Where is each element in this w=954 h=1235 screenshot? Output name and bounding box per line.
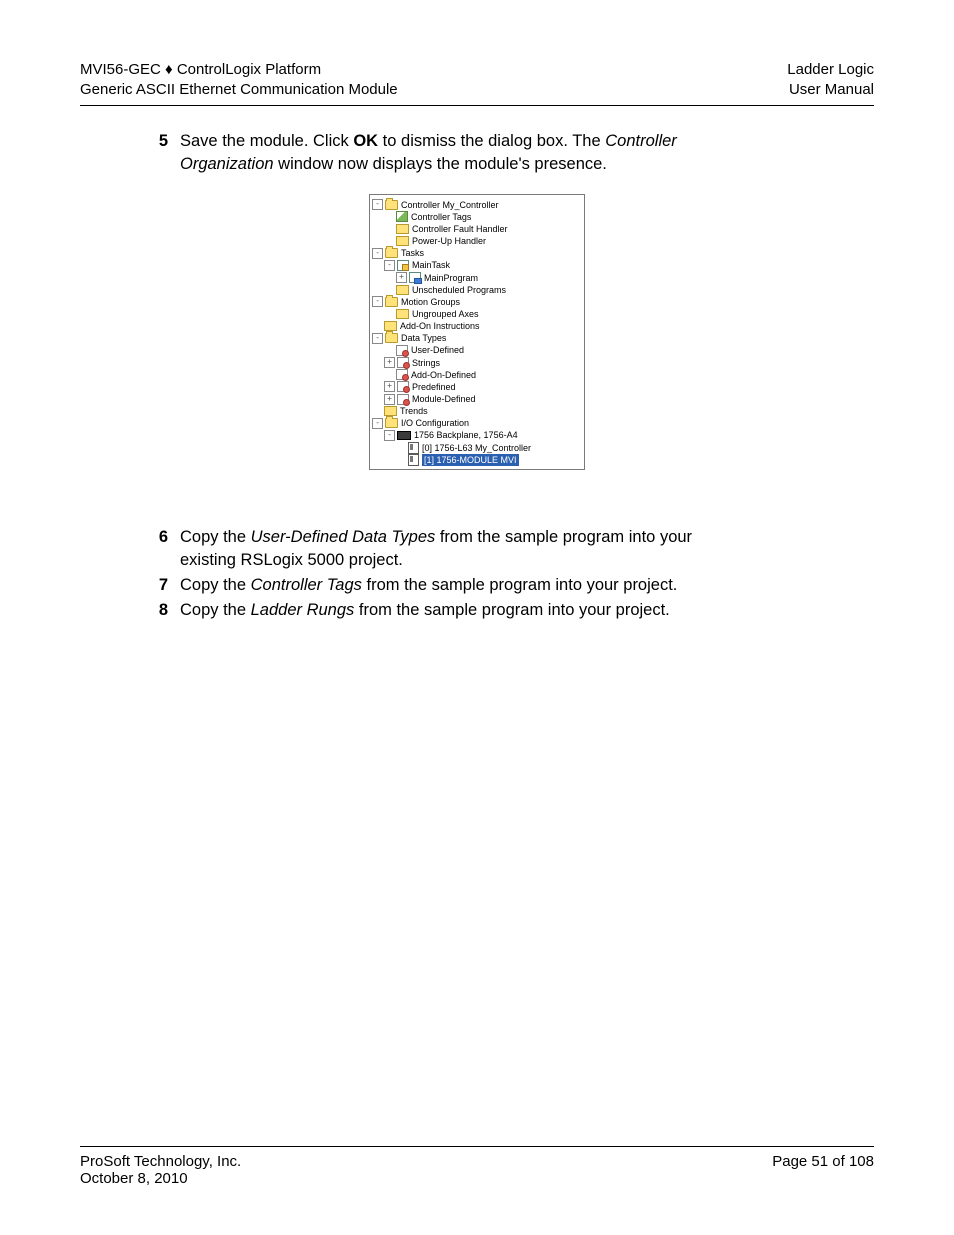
controller-organization-tree: -Controller My_Controller Controller Tag…	[369, 194, 585, 470]
collapse-icon[interactable]: -	[372, 199, 383, 210]
header-rule	[80, 105, 874, 106]
folder-icon	[384, 321, 397, 331]
tree-node-addon-defined[interactable]: Add-On-Defined	[372, 369, 582, 381]
step-number: 5	[140, 130, 168, 176]
collapse-icon[interactable]: -	[372, 248, 383, 259]
collapse-icon[interactable]: -	[372, 296, 383, 307]
expand-icon[interactable]: +	[384, 357, 395, 368]
tree-node-mainprogram[interactable]: +MainProgram	[372, 272, 582, 284]
step-5: 5 Save the module. Click OK to dismiss t…	[80, 130, 874, 176]
step-number: 8	[140, 599, 168, 622]
expand-icon[interactable]: +	[396, 272, 407, 283]
tree-node-motion-groups[interactable]: -Motion Groups	[372, 296, 582, 308]
tree-node-backplane[interactable]: -1756 Backplane, 1756-A4	[372, 429, 582, 441]
folder-icon	[396, 309, 409, 319]
tree-node-slot0[interactable]: [0] 1756-L63 My_Controller	[372, 442, 582, 454]
folder-open-icon	[385, 248, 398, 258]
datatype-icon	[396, 345, 408, 356]
footer-rule	[80, 1146, 874, 1147]
program-icon	[409, 272, 421, 283]
tree-node-powerup[interactable]: Power-Up Handler	[372, 235, 582, 247]
folder-open-icon	[385, 333, 398, 343]
tree-node-trends[interactable]: Trends	[372, 405, 582, 417]
chassis-icon	[397, 431, 411, 440]
folder-open-icon	[385, 200, 398, 210]
tree-node-controller[interactable]: -Controller My_Controller	[372, 199, 582, 211]
expand-icon[interactable]: +	[384, 394, 395, 405]
folder-open-icon	[385, 418, 398, 428]
header-left-line2: Generic ASCII Ethernet Communication Mod…	[80, 80, 398, 100]
expand-icon[interactable]: +	[384, 381, 395, 392]
folder-icon	[396, 285, 409, 295]
footer-date: October 8, 2010	[80, 1170, 241, 1187]
footer-company: ProSoft Technology, Inc.	[80, 1153, 241, 1170]
tree-node-tasks[interactable]: -Tasks	[372, 247, 582, 259]
tree-node-io-config[interactable]: -I/O Configuration	[372, 417, 582, 429]
tree-node-controller-tags[interactable]: Controller Tags	[372, 211, 582, 223]
datatype-icon	[397, 357, 409, 368]
ok-bold: OK	[353, 132, 378, 150]
module-slot-icon	[408, 442, 419, 454]
collapse-icon[interactable]: -	[372, 333, 383, 344]
step-text: Save the module. Click OK to dismiss the…	[180, 130, 740, 176]
step-8: 8 Copy the Ladder Rungs from the sample …	[80, 599, 874, 622]
tree-node-fault-handler[interactable]: Controller Fault Handler	[372, 223, 582, 235]
datatype-icon	[397, 394, 409, 405]
footer-page: Page 51 of 108	[772, 1153, 874, 1187]
page-header: MVI56-GEC ♦ ControlLogix Platform Generi…	[80, 60, 874, 101]
step-text: Copy the Ladder Rungs from the sample pr…	[180, 599, 740, 622]
folder-icon	[384, 406, 397, 416]
datatype-icon	[397, 381, 409, 392]
header-left-line1: MVI56-GEC ♦ ControlLogix Platform	[80, 60, 398, 80]
folder-icon	[396, 224, 409, 234]
folder-open-icon	[385, 297, 398, 307]
tags-icon	[396, 211, 408, 222]
collapse-icon[interactable]: -	[384, 430, 395, 441]
tree-node-addon-instructions[interactable]: Add-On Instructions	[372, 320, 582, 332]
tree-node-data-types[interactable]: -Data Types	[372, 332, 582, 344]
step-text: Copy the User-Defined Data Types from th…	[180, 526, 740, 572]
module-slot-icon	[408, 454, 419, 466]
page-footer: ProSoft Technology, Inc. October 8, 2010…	[80, 1146, 874, 1187]
tree-node-strings[interactable]: +Strings	[372, 357, 582, 369]
folder-icon	[396, 236, 409, 246]
tree-node-module-defined[interactable]: +Module-Defined	[372, 393, 582, 405]
tree-node-ungrouped-axes[interactable]: Ungrouped Axes	[372, 308, 582, 320]
tree-node-maintask[interactable]: -MainTask	[372, 259, 582, 271]
step-number: 6	[140, 526, 168, 572]
collapse-icon[interactable]: -	[384, 260, 395, 271]
step-text: Copy the Controller Tags from the sample…	[180, 574, 740, 597]
task-icon	[397, 260, 409, 271]
step-number: 7	[140, 574, 168, 597]
tree-node-slot1-selected[interactable]: [1] 1756-MODULE MVI	[372, 454, 582, 466]
header-right-line2: User Manual	[787, 80, 874, 100]
collapse-icon[interactable]: -	[372, 418, 383, 429]
step-6: 6 Copy the User-Defined Data Types from …	[80, 526, 874, 572]
tree-node-predefined[interactable]: +Predefined	[372, 381, 582, 393]
selected-module-label: [1] 1756-MODULE MVI	[422, 454, 519, 466]
step-7: 7 Copy the Controller Tags from the samp…	[80, 574, 874, 597]
datatype-icon	[396, 369, 408, 380]
header-right-line1: Ladder Logic	[787, 60, 874, 80]
tree-node-user-defined[interactable]: User-Defined	[372, 344, 582, 356]
tree-node-unscheduled[interactable]: Unscheduled Programs	[372, 284, 582, 296]
